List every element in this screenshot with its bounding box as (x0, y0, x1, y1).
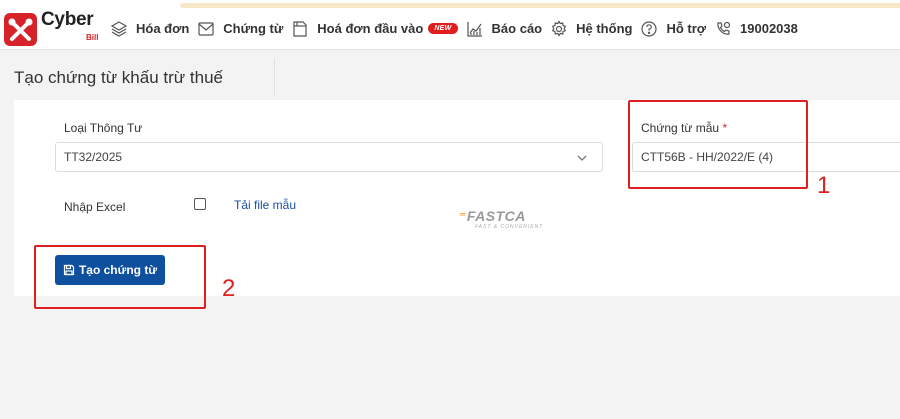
nav-label: Hệ thống (576, 21, 633, 36)
nav-label: Chứng từ (223, 21, 284, 36)
top-navbar: Cyber Bill Hóa đơn Chứng từ Hoá đơn đầu … (0, 8, 900, 50)
circular-type-select[interactable]: TT32/2025 (55, 142, 603, 172)
download-template-link[interactable]: Tải file mẫu (234, 198, 296, 212)
fastca-watermark: ⁼FASTCA FAST & CONVENIENT (459, 208, 543, 230)
circular-type-label: Loại Thông Tư (64, 121, 143, 135)
gear-icon (550, 19, 568, 38)
help-icon (640, 20, 658, 38)
nav-item-vouchers[interactable]: Chứng từ (197, 8, 283, 50)
annotation-box-1 (628, 100, 808, 189)
logo-text: Cyber (41, 8, 94, 30)
new-badge: NEW (428, 23, 458, 34)
logo-subtext: Bill (86, 32, 99, 42)
phone-icon (714, 20, 732, 38)
watermark-brand: ⁼FASTCA (459, 208, 526, 224)
nav-label: 19002038 (740, 21, 798, 36)
document-icon (291, 20, 309, 38)
nav-label: Hoá đơn đầu vào (317, 21, 424, 36)
nav-item-hotline[interactable]: 19002038 (714, 8, 798, 50)
title-divider (274, 58, 275, 96)
nav-label: Hỗ trợ (666, 21, 707, 36)
circular-type-value: TT32/2025 (64, 150, 123, 164)
nav-item-system[interactable]: Hệ thống (550, 8, 632, 50)
nav-item-invoices[interactable]: Hóa đơn (110, 8, 189, 50)
chevron-down-icon (576, 152, 588, 164)
annotation-number-1: 1 (817, 172, 831, 199)
nav-item-support[interactable]: Hỗ trợ (640, 8, 706, 50)
nav-item-input-invoices[interactable]: Hoá đơn đầu vào NEW (291, 8, 458, 50)
import-excel-label: Nhập Excel (64, 200, 126, 214)
nav-item-reports[interactable]: Báo cáo (466, 8, 543, 50)
nav-label: Hóa đơn (136, 21, 190, 36)
logo-tools-icon (4, 12, 37, 46)
watermark-tagline: FAST & CONVENIENT (475, 224, 544, 230)
import-excel-checkbox[interactable] (194, 198, 206, 210)
layers-icon (110, 20, 128, 38)
envelope-icon (197, 20, 215, 38)
page-title: Tạo chứng từ khấu trừ thuế (14, 68, 223, 87)
annotation-number-2: 2 (222, 275, 236, 302)
annotation-box-2 (34, 245, 206, 309)
chart-icon (466, 20, 484, 38)
nav-label: Báo cáo (491, 21, 543, 36)
app-logo[interactable]: Cyber Bill (0, 8, 110, 50)
